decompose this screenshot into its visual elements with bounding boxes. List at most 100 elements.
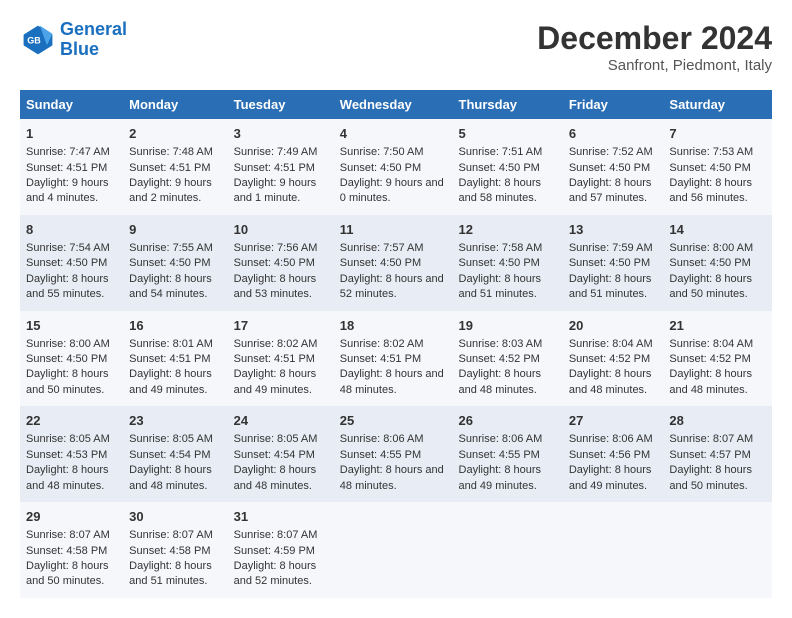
daylight: Daylight: 8 hours and 48 minutes.	[234, 464, 317, 491]
sunrise: Sunrise: 8:01 AM	[129, 338, 213, 350]
daylight: Daylight: 8 hours and 49 minutes.	[569, 464, 652, 491]
sunset: Sunset: 4:51 PM	[340, 353, 421, 365]
calendar-cell	[453, 502, 563, 598]
calendar-week-row: 1Sunrise: 7:47 AMSunset: 4:51 PMDaylight…	[20, 119, 772, 215]
weekday-header: Tuesday	[228, 90, 334, 119]
weekday-header: Monday	[123, 90, 227, 119]
calendar-cell: 23Sunrise: 8:05 AMSunset: 4:54 PMDayligh…	[123, 406, 227, 502]
calendar-week-row: 22Sunrise: 8:05 AMSunset: 4:53 PMDayligh…	[20, 406, 772, 502]
sunrise: Sunrise: 8:06 AM	[569, 433, 653, 445]
day-number: 8	[26, 221, 117, 239]
calendar-week-row: 29 Sunrise: 8:07 AM Sunset: 4:58 PM Dayligh…	[20, 502, 772, 598]
sunrise: Sunrise: 7:49 AM	[234, 146, 318, 158]
daylight: Daylight: 8 hours and 50 minutes.	[669, 464, 752, 491]
sunrise: Sunrise: 8:07 AM	[26, 529, 110, 541]
day-number: 28	[669, 412, 766, 430]
sunrise: Sunrise: 8:00 AM	[26, 338, 110, 350]
sunrise: Sunrise: 7:53 AM	[669, 146, 753, 158]
sunset: Sunset: 4:51 PM	[129, 353, 210, 365]
sunset: Sunset: 4:50 PM	[26, 353, 107, 365]
sunrise: Sunrise: 7:58 AM	[459, 242, 543, 254]
sunrise: Sunrise: 8:07 AM	[129, 529, 213, 541]
weekday-header: Friday	[563, 90, 664, 119]
calendar-cell: 15 Sunrise: 8:00 AM Sunset: 4:50 PM Dayligh…	[20, 311, 123, 407]
sunset: Sunset: 4:58 PM	[26, 545, 107, 557]
day-number: 11	[340, 221, 447, 239]
weekday-header: Wednesday	[334, 90, 453, 119]
day-number: 4	[340, 125, 447, 143]
calendar-cell: 25Sunrise: 8:06 AMSunset: 4:55 PMDayligh…	[334, 406, 453, 502]
day-number: 2	[129, 125, 221, 143]
daylight: Daylight: 8 hours and 48 minutes.	[26, 464, 109, 491]
sunset: Sunset: 4:52 PM	[569, 353, 650, 365]
sunset: Sunset: 4:51 PM	[129, 162, 210, 174]
day-number: 15	[26, 317, 117, 335]
sunrise: Sunrise: 8:06 AM	[459, 433, 543, 445]
daylight: Daylight: 9 hours and 1 minute.	[234, 177, 317, 204]
sunrise: Sunrise: 8:05 AM	[129, 433, 213, 445]
daylight: Daylight: 8 hours and 53 minutes.	[234, 273, 317, 300]
sunrise: Sunrise: 7:56 AM	[234, 242, 318, 254]
daylight: Daylight: 8 hours and 48 minutes.	[129, 464, 212, 491]
daylight: Daylight: 8 hours and 54 minutes.	[129, 273, 212, 300]
daylight: Daylight: 8 hours and 51 minutes.	[459, 273, 542, 300]
sunset: Sunset: 4:54 PM	[234, 449, 315, 461]
weekday-header: Thursday	[453, 90, 563, 119]
sunset: Sunset: 4:50 PM	[340, 162, 421, 174]
day-number: 7	[669, 125, 766, 143]
daylight: Daylight: 8 hours and 49 minutes.	[459, 464, 542, 491]
calendar-cell: 21Sunrise: 8:04 AMSunset: 4:52 PMDayligh…	[663, 311, 772, 407]
sunset: Sunset: 4:51 PM	[26, 162, 107, 174]
calendar-week-row: 8Sunrise: 7:54 AMSunset: 4:50 PMDaylight…	[20, 215, 772, 311]
sunset: Sunset: 4:59 PM	[234, 545, 315, 557]
sunrise: Sunrise: 8:02 AM	[340, 338, 424, 350]
calendar-cell: 9Sunrise: 7:55 AMSunset: 4:50 PMDaylight…	[123, 215, 227, 311]
sunset: Sunset: 4:55 PM	[459, 449, 540, 461]
calendar-cell: 17 Sunrise: 8:02 AM Sunset: 4:51 PM Dayligh…	[228, 311, 334, 407]
sunrise: Sunrise: 7:47 AM	[26, 146, 110, 158]
calendar-cell: 4Sunrise: 7:50 AMSunset: 4:50 PMDaylight…	[334, 119, 453, 215]
sunset: Sunset: 4:50 PM	[569, 257, 650, 269]
daylight: Daylight: 9 hours and 2 minutes.	[129, 177, 212, 204]
day-number: 17	[234, 317, 328, 335]
daylight: Daylight: 8 hours and 51 minutes.	[569, 273, 652, 300]
sunrise: Sunrise: 8:04 AM	[569, 338, 653, 350]
sunrise: Sunrise: 7:48 AM	[129, 146, 213, 158]
calendar-cell: 30Sunrise: 8:07 AMSunset: 4:58 PMDayligh…	[123, 502, 227, 598]
day-number: 29	[26, 508, 117, 526]
sunset: Sunset: 4:50 PM	[459, 162, 540, 174]
header-row: SundayMondayTuesdayWednesdayThursdayFrid…	[20, 90, 772, 119]
daylight: Daylight: 8 hours and 50 minutes.	[26, 368, 109, 395]
calendar-cell: 10Sunrise: 7:56 AMSunset: 4:50 PMDayligh…	[228, 215, 334, 311]
sunrise: Sunrise: 8:06 AM	[340, 433, 424, 445]
sunset: Sunset: 4:50 PM	[459, 257, 540, 269]
day-number: 30	[129, 508, 221, 526]
day-number: 25	[340, 412, 447, 430]
day-number: 31	[234, 508, 328, 526]
sunrise: Sunrise: 8:02 AM	[234, 338, 318, 350]
day-number: 22	[26, 412, 117, 430]
sunrise: Sunrise: 7:51 AM	[459, 146, 543, 158]
day-number: 14	[669, 221, 766, 239]
daylight: Daylight: 8 hours and 49 minutes.	[129, 368, 212, 395]
sunrise: Sunrise: 8:07 AM	[669, 433, 753, 445]
daylight: Daylight: 8 hours and 52 minutes.	[234, 560, 317, 587]
sunrise: Sunrise: 7:52 AM	[569, 146, 653, 158]
day-number: 6	[569, 125, 658, 143]
daylight: Daylight: 8 hours and 51 minutes.	[129, 560, 212, 587]
day-number: 19	[459, 317, 557, 335]
calendar-cell: 28Sunrise: 8:07 AMSunset: 4:57 PMDayligh…	[663, 406, 772, 502]
sunrise: Sunrise: 7:55 AM	[129, 242, 213, 254]
sunrise: Sunrise: 8:04 AM	[669, 338, 753, 350]
calendar-cell: 3Sunrise: 7:49 AMSunset: 4:51 PMDaylight…	[228, 119, 334, 215]
calendar-cell: 11Sunrise: 7:57 AMSunset: 4:50 PMDayligh…	[334, 215, 453, 311]
calendar-cell: 24Sunrise: 8:05 AMSunset: 4:54 PMDayligh…	[228, 406, 334, 502]
sunrise: Sunrise: 8:00 AM	[669, 242, 753, 254]
day-number: 16	[129, 317, 221, 335]
calendar-cell: 14Sunrise: 8:00 AMSunset: 4:50 PMDayligh…	[663, 215, 772, 311]
daylight: Daylight: 8 hours and 49 minutes.	[234, 368, 317, 395]
calendar-cell: 5Sunrise: 7:51 AMSunset: 4:50 PMDaylight…	[453, 119, 563, 215]
sunset: Sunset: 4:51 PM	[234, 353, 315, 365]
day-number: 3	[234, 125, 328, 143]
logo-icon: GB	[20, 22, 56, 58]
